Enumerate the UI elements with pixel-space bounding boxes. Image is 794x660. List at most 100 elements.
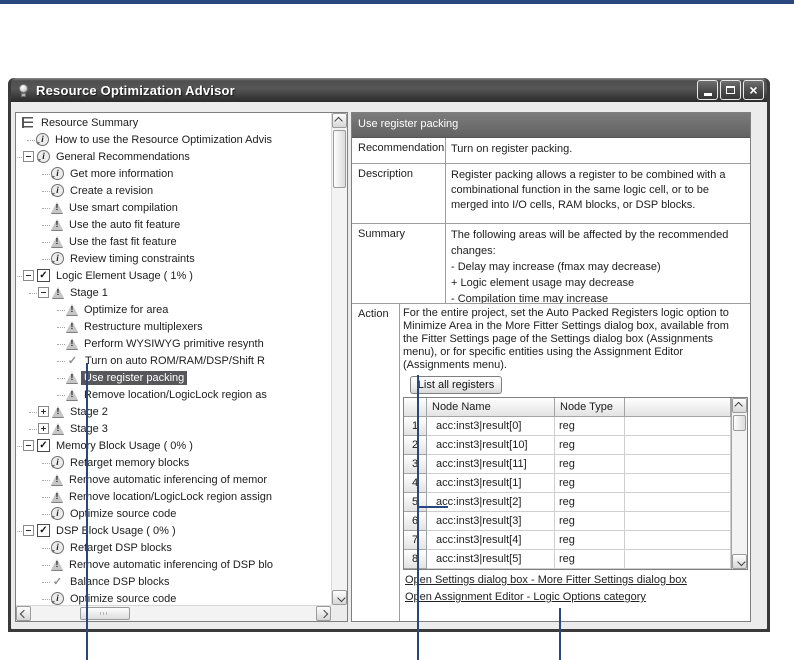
tree-item[interactable]: !Use smart compilation — [16, 199, 331, 216]
node-type-cell: reg — [555, 550, 625, 569]
tree-item[interactable]: !Perform WYSIWYG primitive resynth — [16, 335, 331, 352]
tree-horizontal-scrollbar[interactable] — [16, 605, 331, 621]
list-all-registers-button[interactable]: List all registers — [410, 376, 502, 394]
table-row[interactable]: 7acc:inst3|result[4]reg — [404, 531, 747, 550]
tree-item[interactable]: iOptimize source code — [16, 590, 331, 605]
node-type-cell: reg — [555, 455, 625, 474]
tree-item[interactable]: iGet more information — [16, 165, 331, 182]
tree-item-label: Remove location/LogicLock region assign — [66, 490, 275, 504]
close-button[interactable]: × — [743, 80, 764, 100]
row-number-cell[interactable]: 2 — [404, 436, 427, 455]
open-settings-link[interactable]: Open Settings dialog box - More Fitter S… — [405, 574, 748, 587]
open-assignment-editor-link[interactable]: Open Assignment Editor - Logic Options c… — [405, 591, 748, 604]
table-row[interactable]: 3acc:inst3|result[11]reg — [404, 455, 747, 474]
expand-icon[interactable] — [38, 423, 49, 434]
table-vertical-scrollbar[interactable] — [731, 398, 747, 569]
page: Resource Optimization Advisor × Resource… — [0, 0, 794, 660]
tree-item[interactable]: !Stage 1 — [16, 284, 331, 301]
tree-item[interactable]: !Stage 3 — [16, 420, 331, 437]
row-number-cell[interactable]: 7 — [404, 531, 427, 550]
row-label: Description — [352, 164, 446, 223]
callout-line-use-register-packing — [86, 363, 88, 660]
tree-item[interactable]: iCreate a revision — [16, 182, 331, 199]
vertical-scroll-thumb[interactable] — [733, 415, 746, 431]
tree-item[interactable]: ✓DSP Block Usage ( 0% ) — [16, 522, 331, 539]
row-number-cell[interactable]: 8 — [404, 550, 427, 569]
tree-item[interactable]: !Remove automatic inferencing of memor — [16, 471, 331, 488]
tree-item[interactable]: !Use the fast fit feature — [16, 233, 331, 250]
tree-item[interactable]: iHow to use the Resource Optimization Ad… — [16, 131, 331, 148]
tree-item[interactable]: iGeneral Recommendations — [16, 148, 331, 165]
tree-item[interactable]: !Stage 2 — [16, 403, 331, 420]
tree-item-label: How to use the Resource Optimization Adv… — [52, 133, 275, 147]
tree-indent — [16, 488, 51, 505]
tree-item[interactable]: ✓Balance DSP blocks — [16, 573, 331, 590]
tree-item[interactable]: !Remove location/LogicLock region assign — [16, 488, 331, 505]
tree-item-label: DSP Block Usage ( 0% ) — [53, 524, 179, 538]
tree-indent — [16, 131, 36, 148]
summary-row: Summary The following areas will be affe… — [352, 224, 750, 304]
row-number-cell[interactable]: 3 — [404, 455, 427, 474]
minimize-button[interactable] — [697, 80, 718, 100]
tree-item[interactable]: !Use register packing — [16, 369, 331, 386]
tree-item[interactable]: ✓Memory Block Usage ( 0% ) — [16, 437, 331, 454]
node-type-cell: reg — [555, 436, 625, 455]
scroll-down-button[interactable] — [732, 554, 747, 569]
scroll-left-button[interactable] — [16, 606, 31, 621]
scroll-right-button[interactable] — [316, 606, 331, 621]
node-name-cell: acc:inst3|result[10] — [427, 436, 555, 455]
scroll-down-button[interactable] — [332, 590, 347, 605]
vertical-scroll-thumb[interactable] — [333, 130, 346, 188]
table-row[interactable]: 5acc:inst3|result[2]reg — [404, 493, 747, 512]
tree-item[interactable]: iRetarget memory blocks — [16, 454, 331, 471]
row-number-cell[interactable]: 1 — [404, 417, 427, 436]
tree-item[interactable]: Resource Summary — [16, 114, 331, 131]
node-type-cell: reg — [555, 493, 625, 512]
collapse-icon[interactable] — [23, 270, 34, 281]
tree-indent — [16, 182, 51, 199]
tree-indent — [16, 216, 51, 233]
tree-item[interactable]: ✓Logic Element Usage ( 1% ) — [16, 267, 331, 284]
expand-icon[interactable] — [38, 406, 49, 417]
checkbox-icon[interactable]: ✓ — [37, 269, 50, 282]
tree-item[interactable]: iReview timing constraints — [16, 250, 331, 267]
collapse-icon[interactable] — [23, 151, 34, 162]
table-row[interactable]: 2acc:inst3|result[10]reg — [404, 436, 747, 455]
tree-item-label: Review timing constraints — [67, 252, 198, 266]
row-number-cell[interactable]: 6 — [404, 512, 427, 531]
collapse-icon[interactable] — [23, 525, 34, 536]
scroll-up-button[interactable] — [332, 113, 347, 128]
table-header-cell: Node Name — [427, 398, 555, 417]
tree-item-label: Optimize for area — [81, 303, 171, 317]
row-number-cell[interactable]: 4 — [404, 474, 427, 493]
tree-item-label: Balance DSP blocks — [67, 575, 172, 589]
tree-item[interactable]: iOptimize source code — [16, 505, 331, 522]
tree-item[interactable]: iRetarget DSP blocks — [16, 539, 331, 556]
scroll-up-button[interactable] — [732, 398, 747, 413]
table-header-cell — [404, 398, 427, 417]
titlebar[interactable]: Resource Optimization Advisor × — [11, 78, 767, 102]
table-row[interactable]: 1acc:inst3|result[0]reg — [404, 417, 747, 436]
tree-item[interactable]: !Remove automatic inferencing of DSP blo — [16, 556, 331, 573]
tree-item-label: Stage 3 — [67, 422, 111, 436]
tree-item-label: Remove automatic inferencing of memor — [66, 473, 270, 487]
table-row[interactable]: 6acc:inst3|result[3]reg — [404, 512, 747, 531]
table-row[interactable]: 4acc:inst3|result[1]reg — [404, 474, 747, 493]
checkbox-icon[interactable]: ✓ — [37, 524, 50, 537]
tree-item[interactable]: !Restructure multiplexers — [16, 318, 331, 335]
tree-vertical-scrollbar[interactable] — [331, 113, 347, 605]
row-number-cell[interactable]: 5 — [404, 493, 427, 512]
table-row[interactable]: 8acc:inst3|result[5]reg — [404, 550, 747, 569]
tree-item[interactable]: ✓Turn on auto ROM/RAM/DSP/Shift R — [16, 352, 331, 369]
checkbox-icon[interactable]: ✓ — [37, 439, 50, 452]
maximize-button[interactable] — [720, 80, 741, 100]
collapse-icon[interactable] — [23, 440, 34, 451]
node-name-cell: acc:inst3|result[3] — [427, 512, 555, 531]
collapse-icon[interactable] — [38, 287, 49, 298]
window-title: Resource Optimization Advisor — [36, 83, 697, 98]
tree-indent — [16, 590, 51, 605]
tree-item[interactable]: !Remove location/LogicLock region as — [16, 386, 331, 403]
tree-item-label: Use smart compilation — [66, 201, 181, 215]
tree-item[interactable]: !Optimize for area — [16, 301, 331, 318]
tree-item[interactable]: !Use the auto fit feature — [16, 216, 331, 233]
